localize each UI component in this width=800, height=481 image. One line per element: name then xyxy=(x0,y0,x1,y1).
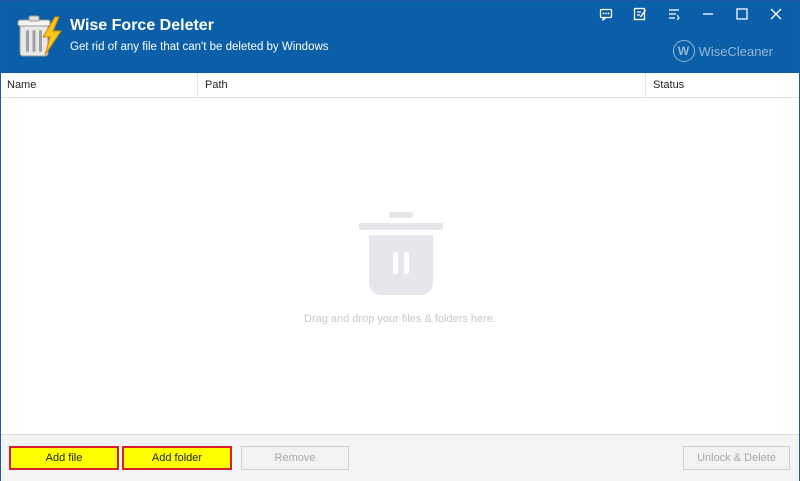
edit-button[interactable] xyxy=(623,5,657,23)
add-folder-button[interactable]: Add folder xyxy=(122,446,232,470)
empty-trash-icon xyxy=(359,212,443,295)
add-file-button[interactable]: Add file xyxy=(9,446,119,470)
trash-lightning-logo-icon xyxy=(17,15,62,57)
title-bar[interactable]: Wise Force Deleter Get rid of any file t… xyxy=(1,1,799,73)
file-list-drop-area[interactable]: Drag and drop your files & folders here. xyxy=(1,98,799,433)
wisecleaner-logo-icon: W xyxy=(672,40,695,62)
feedback-icon xyxy=(599,8,613,21)
maximize-icon xyxy=(736,8,748,20)
brand-name: WiseCleaner xyxy=(698,43,773,59)
minimize-button[interactable] xyxy=(691,5,725,23)
maximize-button[interactable] xyxy=(725,5,759,23)
minimize-icon xyxy=(703,13,713,15)
column-header-status[interactable]: Status xyxy=(647,73,799,97)
app-title: Wise Force Deleter xyxy=(70,17,214,34)
drop-hint-text: Drag and drop your files & folders here. xyxy=(304,313,496,325)
file-table-header: Name Path Status xyxy=(1,73,799,98)
menu-button[interactable] xyxy=(657,5,691,23)
close-button[interactable] xyxy=(759,5,793,23)
column-header-path[interactable]: Path xyxy=(199,73,646,97)
menu-icon xyxy=(669,9,680,21)
column-header-name[interactable]: Name xyxy=(1,73,198,97)
wisecleaner-brand[interactable]: W WiseCleaner xyxy=(672,37,773,65)
action-bar: Add file Add folder Remove Unlock & Dele… xyxy=(1,434,799,481)
unlock-delete-button[interactable]: Unlock & Delete xyxy=(683,446,790,470)
edit-icon xyxy=(633,7,647,21)
title-controls xyxy=(589,5,793,23)
app-subtitle: Get rid of any file that can't be delete… xyxy=(70,41,329,53)
app-window: Wise Force Deleter Get rid of any file t… xyxy=(0,0,800,481)
remove-button[interactable]: Remove xyxy=(241,446,349,470)
feedback-button[interactable] xyxy=(589,5,623,23)
close-icon xyxy=(770,8,782,20)
